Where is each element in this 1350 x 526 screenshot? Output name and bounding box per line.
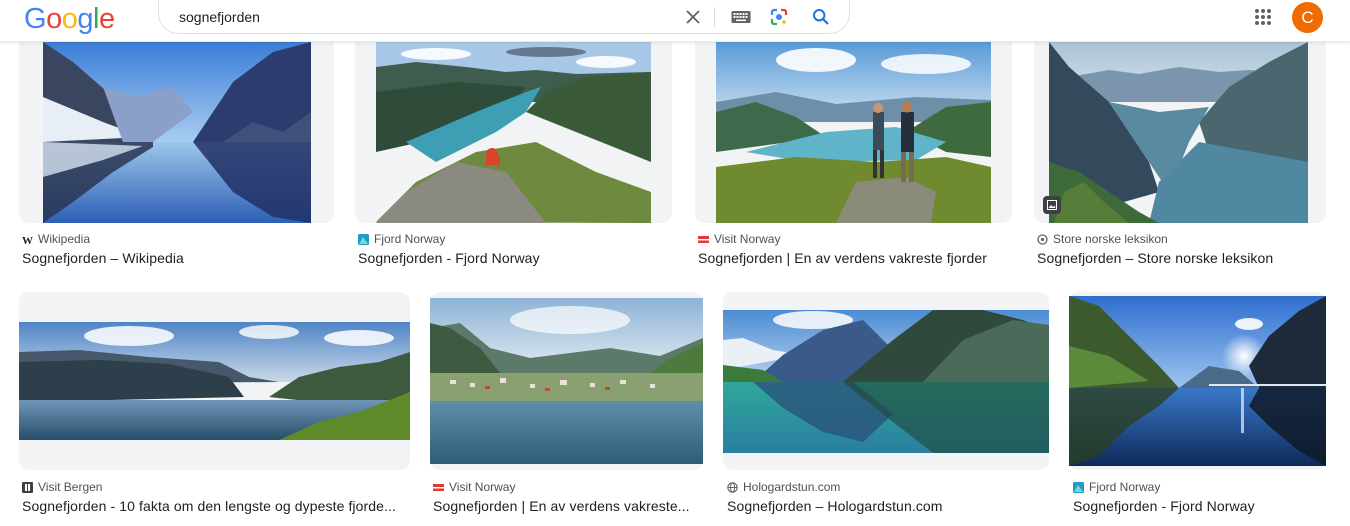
wikipedia-favicon-icon: W	[22, 235, 33, 245]
result-title[interactable]: Sognefjorden – Hologardstun.com	[727, 497, 1047, 515]
result-title[interactable]: Sognefjorden – Store norske leksikon	[1037, 249, 1337, 267]
clear-search-button[interactable]	[681, 5, 705, 29]
search-box	[158, 0, 850, 34]
source-name: Fjord Norway	[374, 232, 446, 246]
fjord-norway-favicon-icon	[1073, 481, 1084, 493]
thumbnail-image[interactable]	[376, 42, 651, 223]
visit-norway-favicon-icon	[433, 483, 444, 491]
thumbnail-image[interactable]	[430, 298, 703, 464]
fjord-hikers-couple-image	[716, 42, 991, 223]
keyboard-button[interactable]	[729, 5, 753, 29]
fjord-reflection-image	[723, 310, 1049, 453]
result-source[interactable]: Fjord Norway	[358, 232, 445, 246]
fjord-village-image	[430, 298, 703, 464]
result-title[interactable]: Sognefjorden - Fjord Norway	[1073, 497, 1333, 515]
result-source[interactable]: Visit Bergen	[22, 480, 102, 494]
globe-favicon-icon	[727, 481, 738, 493]
google-apps-button[interactable]	[1251, 5, 1275, 29]
search-icon	[813, 9, 829, 25]
source-name: Store norske leksikon	[1053, 232, 1168, 246]
image-type-badge	[1043, 196, 1061, 214]
search-input[interactable]	[179, 7, 659, 27]
source-name: Fjord Norway	[1089, 480, 1161, 494]
visit-norway-favicon-icon	[698, 235, 709, 243]
fjord-mirror-image	[43, 42, 311, 223]
result-source[interactable]: W Wikipedia	[22, 232, 90, 246]
top-bar: Google sognefjorden C	[0, 0, 1350, 42]
fjord-norway-favicon-icon	[358, 233, 369, 245]
account-avatar[interactable]: C	[1292, 2, 1323, 33]
result-title[interactable]: Sognefjorden – Wikipedia	[22, 249, 322, 267]
thumbnail-image[interactable]	[1069, 296, 1326, 466]
thumbnail-image[interactable]	[723, 310, 1049, 453]
keyboard-icon	[731, 11, 751, 23]
thumbnail-image[interactable]	[19, 322, 410, 440]
result-source[interactable]: Visit Norway	[698, 232, 780, 246]
fjord-sunburst-image	[1069, 296, 1326, 466]
store-norske-leksikon-favicon-icon	[1037, 233, 1048, 245]
image-icon	[1047, 200, 1057, 210]
result-source[interactable]: Store norske leksikon	[1037, 232, 1168, 246]
svg-text:W: W	[22, 235, 33, 245]
thumbnail-image[interactable]	[1049, 42, 1308, 223]
source-name: Wikipedia	[38, 232, 91, 246]
source-name: Visit Bergen	[38, 480, 103, 494]
fjord-valley-image	[1049, 42, 1308, 223]
lens-button[interactable]	[767, 5, 791, 29]
result-source[interactable]: Visit Norway	[433, 480, 515, 494]
camera-lens-icon	[770, 8, 788, 26]
source-name: Visit Norway	[714, 232, 781, 246]
fjord-panorama-image	[19, 322, 410, 440]
fjord-hiker-image	[376, 42, 651, 223]
result-source[interactable]: Hologardstun.com	[727, 480, 840, 494]
result-title[interactable]: Sognefjorden - 10 fakta om den lengste o…	[22, 497, 406, 515]
source-name: Hologardstun.com	[743, 480, 841, 494]
result-source[interactable]: Fjord Norway	[1073, 480, 1160, 494]
google-logo[interactable]: Google	[24, 3, 115, 35]
visit-bergen-favicon-icon	[22, 481, 33, 493]
result-title[interactable]: Sognefjorden | En av verdens vakreste...	[433, 497, 701, 515]
result-title[interactable]: Sognefjorden - Fjord Norway	[358, 249, 668, 267]
search-divider	[714, 7, 715, 27]
source-name: Visit Norway	[449, 480, 516, 494]
search-button[interactable]	[809, 5, 833, 29]
apps-grid-icon	[1255, 9, 1271, 25]
thumbnail-image[interactable]	[43, 42, 311, 223]
result-title[interactable]: Sognefjorden | En av verdens vakreste fj…	[698, 249, 1008, 267]
thumbnail-image[interactable]	[716, 42, 991, 223]
close-icon	[686, 10, 700, 24]
